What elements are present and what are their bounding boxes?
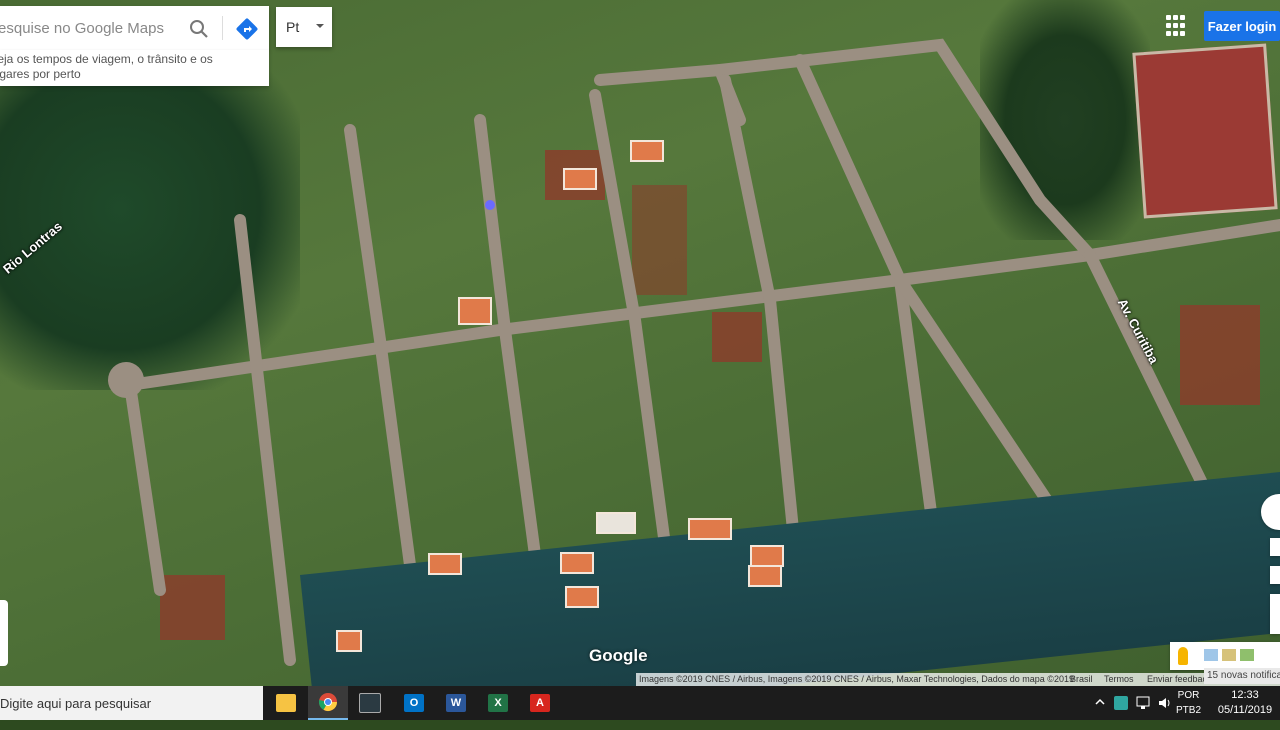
divider bbox=[222, 16, 223, 40]
taskbar-app-outlook[interactable]: O bbox=[394, 686, 434, 720]
snip-icon bbox=[359, 693, 381, 713]
chrome-icon bbox=[318, 693, 337, 712]
house-roof bbox=[565, 586, 599, 608]
layer-thumb[interactable] bbox=[1240, 649, 1254, 661]
directions-button[interactable] bbox=[234, 16, 260, 42]
volume-icon[interactable] bbox=[1158, 696, 1172, 730]
taskbar-search[interactable]: Digite aqui para pesquisar bbox=[0, 686, 263, 720]
clock-date: 05/11/2019 bbox=[1217, 704, 1273, 716]
search-box bbox=[0, 6, 269, 50]
tray-app-icon[interactable] bbox=[1114, 696, 1128, 710]
house-roof bbox=[596, 512, 636, 534]
outlook-icon: O bbox=[404, 694, 424, 712]
search-input[interactable] bbox=[0, 18, 180, 38]
keyboard-layout: PTB2 bbox=[1176, 705, 1202, 716]
search-icon bbox=[190, 20, 208, 38]
map-control-a[interactable] bbox=[1270, 538, 1280, 556]
pegman-icon[interactable] bbox=[1178, 647, 1188, 665]
layer-thumb[interactable] bbox=[1204, 649, 1218, 661]
house-roof bbox=[748, 565, 782, 587]
caret-down-icon bbox=[316, 24, 324, 28]
side-panel-toggle[interactable] bbox=[0, 600, 8, 666]
clock[interactable]: 12:33 05/11/2019 bbox=[1210, 688, 1280, 718]
hint-line-1: Veja os tempos de viagem, o trânsito e o… bbox=[0, 52, 213, 66]
taskbar-app-explorer[interactable] bbox=[266, 686, 306, 720]
taskbar-search-placeholder: Digite aqui para pesquisar bbox=[0, 695, 152, 711]
house-roof bbox=[428, 553, 462, 575]
google-logo: Google bbox=[589, 646, 648, 665]
apps-grid-icon[interactable] bbox=[1166, 15, 1188, 37]
search-button[interactable] bbox=[186, 16, 212, 42]
house-roof bbox=[750, 545, 784, 567]
search-hint: Veja os tempos de viagem, o trânsito e o… bbox=[0, 50, 269, 86]
excel-icon: X bbox=[488, 694, 508, 712]
acrobat-icon: A bbox=[530, 694, 550, 712]
tray-overflow-icon[interactable] bbox=[1094, 696, 1106, 730]
taskbar: Digite aqui para pesquisar O W X A POR P… bbox=[0, 686, 1280, 720]
hint-line-2: lugares por perto bbox=[0, 67, 81, 81]
taskbar-app-word[interactable]: W bbox=[436, 686, 476, 720]
zoom-control[interactable] bbox=[1270, 594, 1280, 634]
login-button[interactable]: Fazer login bbox=[1204, 11, 1280, 41]
clock-time: 12:33 bbox=[1231, 689, 1259, 701]
taskbar-app-acrobat[interactable]: A bbox=[520, 686, 560, 720]
keyboard-language[interactable]: POR PTB2 bbox=[1176, 688, 1201, 718]
house-roof bbox=[336, 630, 362, 652]
keyboard-lang: POR bbox=[1177, 690, 1200, 701]
word-icon: W bbox=[446, 694, 466, 712]
terms-link[interactable]: Termos bbox=[1104, 673, 1134, 686]
directions-icon bbox=[236, 18, 258, 40]
taskbar-app-excel[interactable]: X bbox=[478, 686, 518, 720]
house-roof bbox=[688, 518, 732, 540]
language-value: Pt bbox=[286, 19, 300, 35]
network-icon[interactable] bbox=[1136, 696, 1152, 730]
house-roof bbox=[560, 552, 594, 574]
map-attribution: Imagens ©2019 CNES / Airbus, Imagens ©20… bbox=[636, 673, 1280, 686]
taskbar-app-snip[interactable] bbox=[350, 686, 390, 720]
notification-toast[interactable]: 15 novas notificações bbox=[1204, 668, 1280, 684]
layer-thumb[interactable] bbox=[1222, 649, 1236, 661]
attribution-imagery: Imagens ©2019 CNES / Airbus, Imagens ©20… bbox=[639, 674, 1074, 684]
folder-icon bbox=[276, 694, 296, 712]
map-control-b[interactable] bbox=[1270, 566, 1280, 584]
feedback-link[interactable]: Enviar feedback bbox=[1147, 673, 1212, 686]
attribution-country: Brasil bbox=[1070, 674, 1093, 684]
taskbar-app-chrome[interactable] bbox=[308, 686, 348, 720]
layers-bar bbox=[1170, 642, 1280, 670]
satellite-map[interactable]: Rio Lontras Av. Curitiba Google bbox=[0, 0, 1280, 686]
house-roof bbox=[630, 140, 664, 162]
house-roof bbox=[458, 297, 492, 325]
language-select[interactable]: Pt bbox=[276, 7, 332, 47]
house-roof bbox=[563, 168, 597, 190]
